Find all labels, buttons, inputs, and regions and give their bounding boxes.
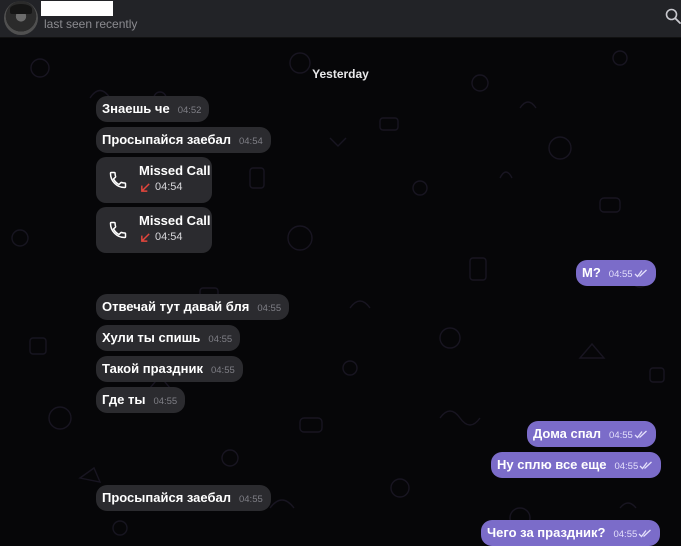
message-time: 04:55 [609,430,633,441]
message-text: Такой праздник [102,361,203,376]
message-incoming[interactable]: Знаешь че 04:52 [96,96,210,122]
message-text: Отвечай тут давай бля [102,299,250,314]
date-separator: Yesterday [312,67,369,81]
message-time: 04:55 [208,334,233,345]
phone-icon [109,171,127,189]
message-text: Просыпайся заебал [102,132,231,147]
message-text: Ну сплю все еще [497,457,607,472]
message-incoming[interactable]: Хули ты спишь 04:55 [96,325,241,351]
call-time: 04:54 [155,231,183,243]
chat-header: last seen recently [0,0,681,38]
message-incoming[interactable]: Просыпайся заебал 04:55 [96,485,271,511]
message-text: Чего за праздник? [487,525,606,540]
message-time: 04:52 [177,105,202,116]
message-time: 04:55 [608,269,633,280]
message-list[interactable]: Yesterday Знаешь че 04:52 Просыпайся заеб… [0,38,681,546]
message-text: Где ты [102,392,146,407]
message-incoming[interactable]: Такой праздник 04:55 [96,356,243,382]
missed-call-arrow-icon [141,183,150,192]
message-outgoing[interactable]: Чего за праздник? 04:55 [481,520,661,546]
message-text: Хули ты спишь [102,330,201,345]
message-time: 04:55 [210,365,235,376]
missed-call-message[interactable]: Missed Call 04:54 [96,157,212,203]
message-time: 04:55 [257,303,282,314]
search-icon[interactable] [665,8,681,24]
contact-status: last seen recently [44,17,138,31]
message-outgoing[interactable]: Ну сплю все еще 04:55 [491,452,662,478]
message-outgoing[interactable]: М? 04:55 [576,260,656,286]
message-incoming[interactable]: Где ты 04:55 [96,387,186,413]
missed-call-message[interactable]: Missed Call 04:54 [96,207,212,253]
read-checkmarks-icon [638,529,652,538]
message-incoming[interactable]: Отвечай тут давай бля 04:55 [96,294,290,320]
message-text: Знаешь че [102,101,170,116]
call-time: 04:54 [155,181,183,193]
read-checkmarks-icon [639,461,653,470]
message-time: 04:55 [613,529,638,540]
contact-avatar[interactable] [4,1,38,35]
message-time: 04:55 [238,494,263,505]
message-text: Просыпайся заебал [102,490,231,505]
message-text: Дома спал [533,426,602,441]
phone-icon [109,221,127,239]
read-checkmarks-icon [634,269,647,278]
contact-name-redacted[interactable] [41,1,113,16]
message-outgoing[interactable]: Дома спал 04:55 [527,421,656,447]
call-title: Missed Call [139,163,211,178]
missed-call-arrow-icon [141,233,150,242]
message-time: 04:55 [614,461,639,472]
message-incoming[interactable]: Просыпайся заебал 04:54 [96,127,271,153]
message-text: М? [582,265,601,280]
message-time: 04:54 [238,136,263,147]
call-title: Missed Call [139,213,211,228]
message-time: 04:55 [153,396,178,407]
read-checkmarks-icon [634,430,647,439]
